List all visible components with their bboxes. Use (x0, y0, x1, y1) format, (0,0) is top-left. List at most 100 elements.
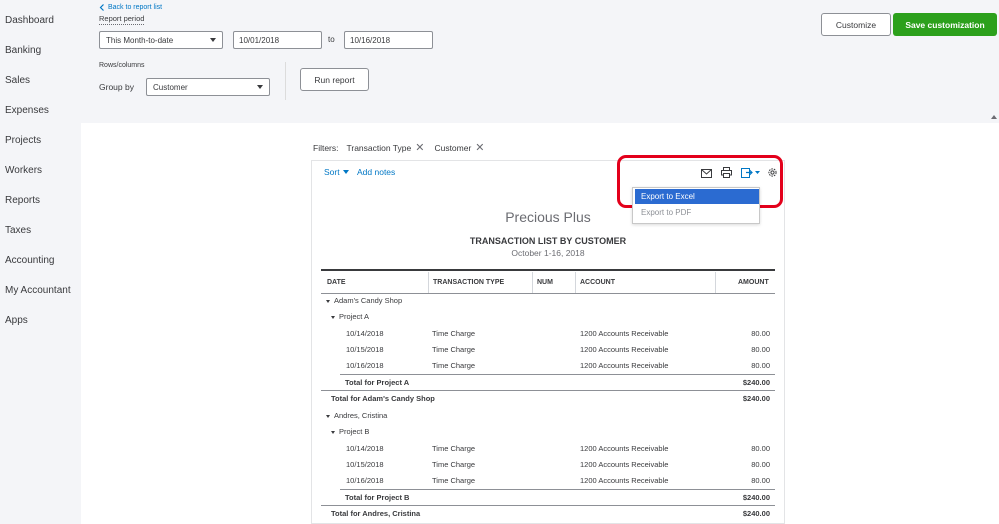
report-period-value: This Month-to-date (106, 35, 174, 45)
close-icon[interactable]: ✕ (475, 141, 484, 154)
project-name: Project B (339, 427, 370, 436)
customer-name: Andres, Cristina (334, 411, 388, 420)
column-header-num[interactable]: NUM (537, 279, 553, 286)
column-divider[interactable] (532, 272, 533, 294)
sidebar-item-projects[interactable]: Projects (5, 135, 41, 146)
collapse-triangle-icon[interactable] (326, 414, 330, 418)
sidebar: Dashboard Banking Sales Expenses Project… (0, 0, 81, 524)
scroll-up-icon[interactable] (991, 115, 997, 119)
row-amount[interactable]: 80.00 (690, 460, 770, 469)
row-type[interactable]: Time Charge (432, 329, 475, 338)
rows-columns-label: Rows/columns (99, 62, 145, 69)
column-divider[interactable] (428, 272, 429, 294)
collapse-triangle-icon[interactable] (331, 430, 335, 434)
customer-group-header[interactable]: Andres, Cristina (326, 411, 387, 420)
row-type[interactable]: Time Charge (432, 476, 475, 485)
report-period-select[interactable]: This Month-to-date (99, 31, 223, 49)
sort-button[interactable]: Sort (324, 167, 349, 177)
group-by-value: Customer (153, 82, 188, 92)
group-by-select[interactable]: Customer (146, 78, 270, 96)
sidebar-item-my-accountant[interactable]: My Accountant (5, 285, 71, 296)
column-divider[interactable] (575, 272, 576, 294)
project-total-label: Total for Project B (345, 493, 410, 502)
chevron-down-icon (210, 38, 216, 42)
add-notes-link[interactable]: Add notes (357, 167, 395, 177)
row-account[interactable]: 1200 Accounts Receivable (580, 460, 668, 469)
project-group-header[interactable]: Project B (331, 427, 369, 436)
run-report-button[interactable]: Run report (300, 68, 369, 91)
to-label: to (328, 35, 335, 44)
row-date[interactable]: 10/14/2018 (346, 444, 384, 453)
export-to-excel-item[interactable]: Export to Excel (635, 189, 759, 204)
row-date[interactable]: 10/14/2018 (346, 329, 384, 338)
close-icon[interactable]: ✕ (415, 141, 424, 154)
column-divider[interactable] (715, 272, 716, 294)
project-total-amount[interactable]: $240.00 (690, 378, 770, 387)
collapse-triangle-icon[interactable] (331, 315, 335, 319)
row-account[interactable]: 1200 Accounts Receivable (580, 329, 668, 338)
row-account[interactable]: 1200 Accounts Receivable (580, 345, 668, 354)
date-to-input[interactable]: 10/16/2018 (344, 31, 433, 49)
filter-chip-customer: Customer (434, 142, 472, 153)
row-date[interactable]: 10/15/2018 (346, 460, 384, 469)
sidebar-item-workers[interactable]: Workers (5, 165, 42, 176)
project-group-header[interactable]: Project A (331, 312, 369, 321)
row-account[interactable]: 1200 Accounts Receivable (580, 444, 668, 453)
filter-chip-transaction-type: Transaction Type (346, 142, 412, 153)
row-type[interactable]: Time Charge (432, 460, 475, 469)
table-top-rule (321, 269, 775, 271)
row-account[interactable]: 1200 Accounts Receivable (580, 476, 668, 485)
row-amount[interactable]: 80.00 (690, 444, 770, 453)
row-type[interactable]: Time Charge (432, 345, 475, 354)
sidebar-item-dashboard[interactable]: Dashboard (5, 15, 54, 26)
customer-total-amount[interactable]: $240.00 (690, 509, 770, 518)
project-name: Project A (339, 312, 370, 321)
row-type[interactable]: Time Charge (432, 444, 475, 453)
divider (285, 62, 286, 100)
total-rule (340, 489, 775, 490)
customer-total-amount[interactable]: $240.00 (690, 394, 770, 403)
customer-name: Adam's Candy Shop (334, 296, 403, 305)
table-header-rule (321, 293, 775, 294)
row-type[interactable]: Time Charge (432, 361, 475, 370)
column-header-transaction-type[interactable]: TRANSACTION TYPE (433, 279, 504, 286)
sidebar-item-taxes[interactable]: Taxes (5, 225, 31, 236)
sidebar-item-apps[interactable]: Apps (5, 315, 28, 326)
company-name: Precious Plus (505, 209, 591, 225)
column-header-account[interactable]: ACCOUNT (580, 279, 615, 286)
column-header-date[interactable]: DATE (327, 279, 346, 286)
row-account[interactable]: 1200 Accounts Receivable (580, 361, 668, 370)
collapse-triangle-icon[interactable] (326, 299, 330, 303)
filters-bar: Filters: Transaction Type ✕ Customer ✕ (313, 141, 491, 154)
sidebar-item-sales[interactable]: Sales (5, 75, 30, 86)
total-rule (321, 505, 775, 506)
row-amount[interactable]: 80.00 (690, 476, 770, 485)
row-date[interactable]: 10/16/2018 (346, 476, 384, 485)
project-total-amount[interactable]: $240.00 (690, 493, 770, 502)
total-rule (340, 374, 775, 375)
customer-total-label: Total for Andres, Cristina (331, 509, 421, 518)
back-to-report-list-link[interactable]: Back to report list (99, 4, 162, 11)
row-amount[interactable]: 80.00 (690, 361, 770, 370)
customer-total-label: Total for Adam's Candy Shop (331, 394, 435, 403)
sidebar-item-banking[interactable]: Banking (5, 45, 41, 56)
project-total-label: Total for Project A (345, 378, 410, 387)
sort-label: Sort (324, 167, 340, 177)
chevron-down-icon (257, 85, 263, 89)
group-by-label: Group by (99, 82, 134, 92)
column-header-amount[interactable]: AMOUNT (738, 279, 769, 286)
row-amount[interactable]: 80.00 (690, 329, 770, 338)
row-date[interactable]: 10/15/2018 (346, 345, 384, 354)
date-from-input[interactable]: 10/01/2018 (233, 31, 322, 49)
sidebar-item-accounting[interactable]: Accounting (5, 255, 54, 266)
save-customization-button[interactable]: Save customization (893, 13, 997, 36)
sidebar-item-expenses[interactable]: Expenses (5, 105, 49, 116)
sidebar-item-reports[interactable]: Reports (5, 195, 40, 206)
customize-button[interactable]: Customize (821, 13, 891, 36)
chevron-left-icon (99, 4, 104, 11)
filters-label: Filters: (313, 142, 339, 153)
row-amount[interactable]: 80.00 (690, 345, 770, 354)
row-date[interactable]: 10/16/2018 (346, 361, 384, 370)
customer-group-header[interactable]: Adam's Candy Shop (326, 296, 402, 305)
total-rule (321, 390, 775, 391)
